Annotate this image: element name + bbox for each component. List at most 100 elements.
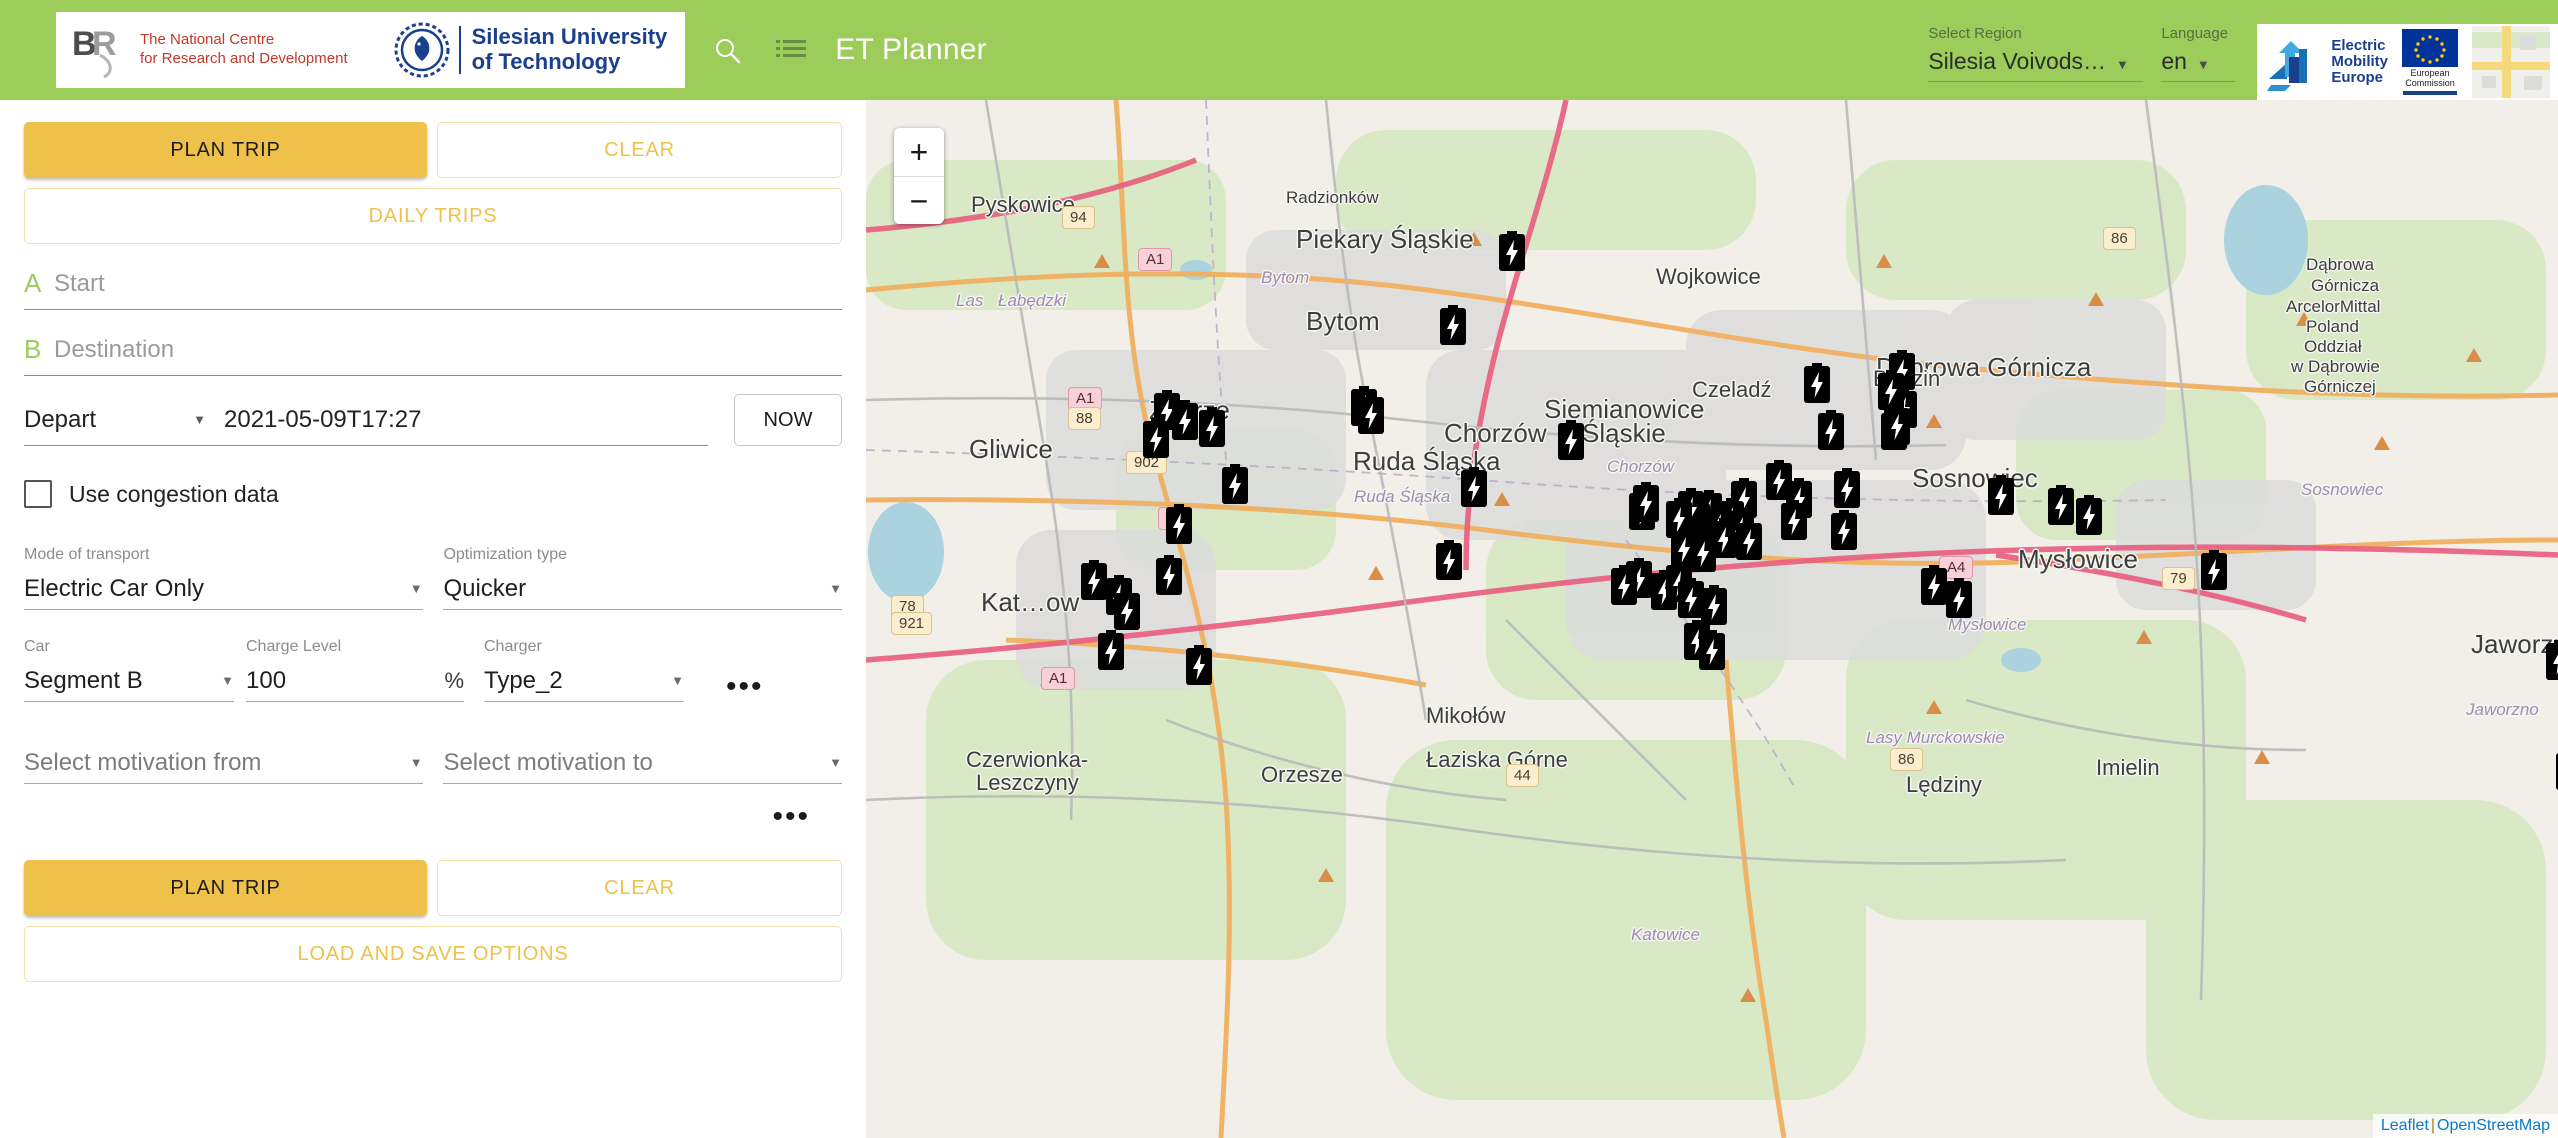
- column-gap: [423, 546, 444, 610]
- sut-logo-divider: [458, 26, 461, 74]
- destination-field-row: B: [24, 324, 842, 376]
- zoom-out-button[interactable]: −: [894, 176, 944, 224]
- chevron-down-icon: ▼: [829, 755, 842, 770]
- zoom-in-button[interactable]: +: [894, 128, 944, 176]
- ec-underline: [2403, 91, 2457, 96]
- more-motivation-options-button[interactable]: •••: [772, 802, 810, 832]
- daily-trips-button[interactable]: DAILY TRIPS: [24, 188, 842, 244]
- optimization-type-value: Quicker: [443, 574, 527, 602]
- use-congestion-data-label: Use congestion data: [69, 480, 279, 507]
- car-select[interactable]: Segment B ▼: [24, 660, 234, 702]
- sut-line-2: of Technology: [471, 49, 621, 74]
- plan-trip-button-bottom[interactable]: PLAN TRIP: [24, 860, 427, 916]
- motivation-to-select[interactable]: Select motivation to ▼: [443, 742, 842, 784]
- search-button[interactable]: [705, 28, 749, 72]
- charger-label: Charger: [484, 638, 542, 655]
- optimization-type-select[interactable]: Quicker ▼: [443, 568, 842, 610]
- car-label: Car: [24, 638, 50, 655]
- bottom-button-row: PLAN TRIP CLEAR: [24, 860, 842, 916]
- ec-caption: European Commission: [2405, 68, 2455, 89]
- now-button[interactable]: NOW: [734, 394, 842, 446]
- destination-input[interactable]: [54, 335, 842, 364]
- mode-of-transport-value: Electric Car Only: [24, 574, 205, 602]
- partner-logos-plate: B R The National Centre for Research and…: [56, 12, 686, 88]
- ncbr-line-1: The National Centre: [140, 31, 275, 49]
- depart-mode-select[interactable]: Depart ▼: [24, 406, 224, 434]
- search-icon: [716, 39, 741, 64]
- trip-planner-panel: PLAN TRIP CLEAR DAILY TRIPS A B Depart ▼…: [0, 100, 866, 1138]
- motivation-to-value: Select motivation to: [443, 748, 653, 776]
- depart-row: Depart ▼ NOW: [24, 394, 842, 446]
- map-tiles: [866, 100, 2558, 1138]
- chevron-down-icon: ▼: [2116, 57, 2129, 72]
- depart-datetime-input[interactable]: [224, 405, 708, 434]
- clear-button-bottom[interactable]: CLEAR: [437, 860, 842, 916]
- mode-of-transport-group: Mode of transport Electric Car Only ▼: [24, 546, 423, 610]
- optimization-type-group: Optimization type Quicker ▼: [443, 546, 842, 610]
- car-charge-charger-row: Car Segment B ▼ Charge Level % Charger T…: [24, 638, 842, 702]
- hamburger-menu-icon: [776, 40, 807, 57]
- region-value: Silesia Voivods…: [1928, 48, 2107, 74]
- clear-button-top[interactable]: CLEAR: [437, 122, 842, 178]
- start-field-row: A: [24, 258, 842, 310]
- use-congestion-data-row[interactable]: Use congestion data: [24, 480, 842, 508]
- map-attribution: Leaflet | OpenStreetMap: [2372, 1114, 2558, 1138]
- eme-mark-icon: [2267, 41, 2308, 91]
- car-value: Segment B: [24, 666, 143, 694]
- funding-logos-plate: Electric Mobility Europe European Commis…: [2257, 24, 2558, 100]
- app-title: ET Planner: [835, 33, 987, 66]
- plan-trip-button-top[interactable]: PLAN TRIP: [24, 122, 427, 178]
- mode-of-transport-select[interactable]: Electric Car Only ▼: [24, 568, 423, 610]
- mode-of-transport-label: Mode of transport: [24, 546, 150, 563]
- mini-map-thumbnail-icon: [2472, 26, 2550, 98]
- menu-button[interactable]: [769, 28, 813, 72]
- transport-optimization-row: Mode of transport Electric Car Only ▼ Op…: [24, 546, 842, 610]
- sut-logo-text: Silesian University of Technology: [472, 25, 668, 74]
- electric-mobility-europe-logo: Electric Mobility Europe: [2265, 33, 2388, 91]
- chevron-down-icon: ▼: [671, 673, 684, 688]
- charge-level-label: Charge Level: [246, 638, 342, 655]
- eme-line-2: Mobility: [2331, 53, 2388, 71]
- app-root: B R The National Centre for Research and…: [0, 0, 2558, 1138]
- app-header: B R The National Centre for Research and…: [0, 0, 2558, 100]
- eme-line-1: Electric: [2331, 37, 2386, 55]
- motivation-from-select[interactable]: Select motivation from ▼: [24, 742, 423, 784]
- silesian-university-logo: Silesian University of Technology: [394, 19, 668, 81]
- car-group: Car Segment B ▼: [24, 638, 234, 702]
- charge-level-unit: %: [444, 667, 464, 693]
- map-zoom-controls[interactable]: + −: [894, 128, 944, 224]
- charger-group: Charger Type_2 ▼: [484, 638, 684, 702]
- chevron-down-icon: ▼: [221, 673, 234, 688]
- depart-mode-value: Depart: [24, 405, 97, 433]
- attribution-separator: |: [2430, 1117, 2436, 1134]
- bottom-action-buttons: PLAN TRIP CLEAR LOAD AND SAVE OPTIONS: [24, 860, 842, 982]
- chevron-down-icon: ▼: [2196, 57, 2210, 72]
- leaflet-link[interactable]: Leaflet: [2381, 1117, 2429, 1134]
- header-right-controls: Select Region Silesia Voivods… ▼ Languag…: [1928, 0, 2558, 100]
- eu-flag-icon: [2402, 28, 2458, 67]
- charge-level-input[interactable]: [246, 666, 386, 695]
- start-input[interactable]: [54, 269, 842, 298]
- region-select[interactable]: Silesia Voivods… ▼: [1928, 48, 2144, 82]
- language-select[interactable]: en ▼: [2161, 48, 2236, 82]
- chevron-down-icon: ▼: [409, 755, 423, 770]
- load-and-save-options-button[interactable]: LOAD AND SAVE OPTIONS: [24, 926, 842, 982]
- openstreetmap-link[interactable]: OpenStreetMap: [2437, 1117, 2550, 1134]
- sut-line-1: Silesian University: [471, 24, 668, 50]
- european-commission-logo: European Commission: [2402, 28, 2458, 96]
- motivation-from-group: Select motivation from ▼: [24, 742, 423, 784]
- region-selector-group: Select Region Silesia Voivods… ▼: [1928, 0, 2144, 100]
- more-motivation-options-row: •••: [24, 802, 842, 832]
- motivation-to-group: Select motivation to ▼: [443, 742, 842, 784]
- sut-crest-icon: [394, 22, 450, 78]
- charger-select[interactable]: Type_2 ▼: [484, 660, 684, 702]
- ncbr-line-2: for Research and Development: [140, 50, 348, 67]
- use-congestion-data-checkbox[interactable]: [24, 480, 52, 508]
- chevron-down-icon: ▼: [829, 581, 842, 596]
- column-gap: [423, 742, 444, 784]
- map-view[interactable]: + − Pyskowice Radzionków Piekary Śląskie Wo…: [866, 100, 2558, 1138]
- language-label: Language: [2161, 25, 2229, 42]
- charge-level-field: %: [246, 660, 464, 702]
- depart-group: Depart ▼: [24, 398, 708, 446]
- more-car-options-button[interactable]: •••: [726, 672, 764, 702]
